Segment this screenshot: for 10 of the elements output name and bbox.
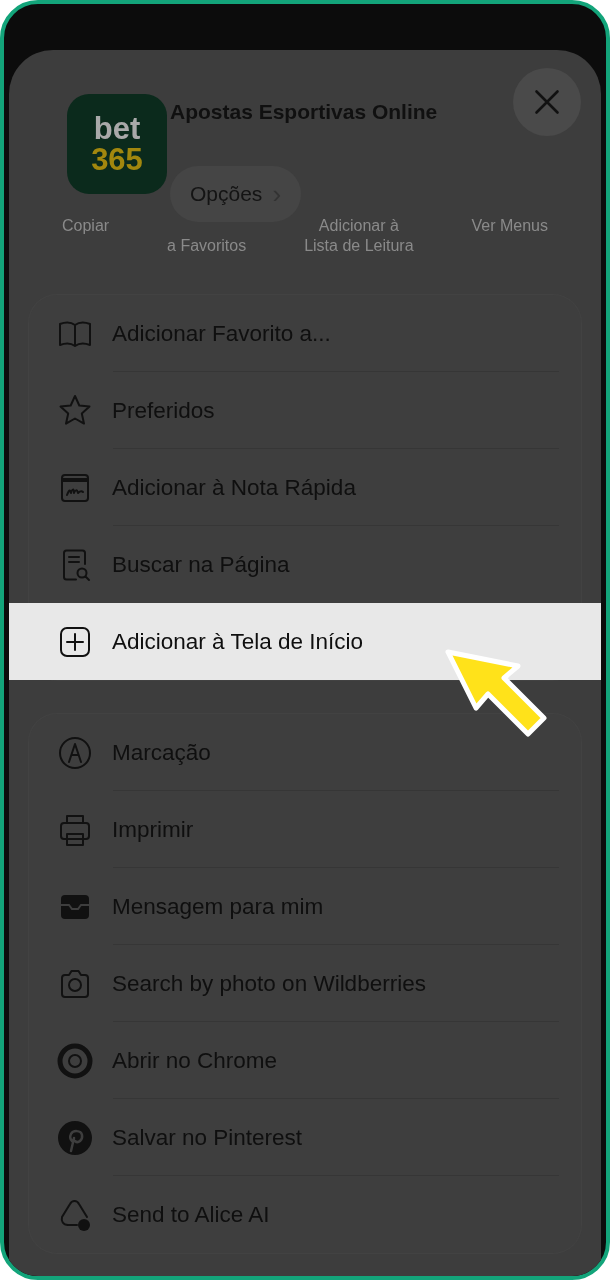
action-label[interactable]: Copiar <box>61 216 110 236</box>
pen-circle-icon <box>57 734 93 771</box>
app-logo: bet 365 <box>67 94 167 194</box>
menu-item[interactable]: Adicionar à Tela de Início <box>9 603 601 680</box>
action-label[interactable]: Ver Menus <box>471 216 548 236</box>
pin-logo-icon <box>57 1119 93 1156</box>
browser-logo-icon <box>57 1042 93 1079</box>
close-icon <box>533 88 561 116</box>
action-label[interactable]: a Favoritos <box>167 236 247 256</box>
action-label[interactable]: Adicionar à Lista de Leitura <box>304 216 414 256</box>
